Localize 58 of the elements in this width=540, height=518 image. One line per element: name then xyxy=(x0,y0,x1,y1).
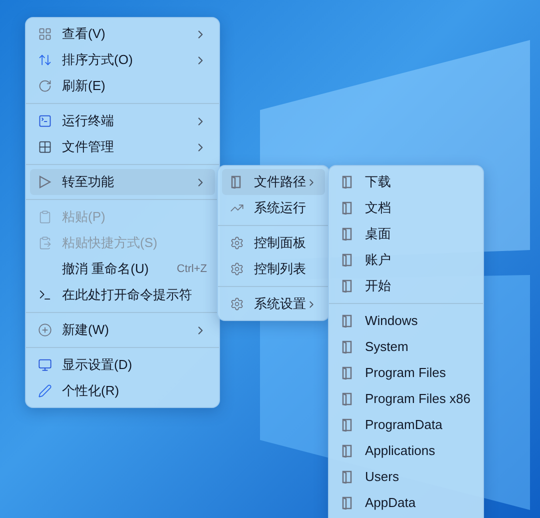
menu-item[interactable]: 查看(V) xyxy=(30,21,215,47)
sort-arrows-icon xyxy=(38,53,52,67)
menu-item[interactable]: Applications xyxy=(333,438,479,464)
menu-item[interactable]: Program Files x86 xyxy=(333,386,479,412)
clipboard-shortcut-icon xyxy=(38,236,52,250)
menu-item[interactable]: 排序方式(O) xyxy=(30,47,215,73)
terminal-icon xyxy=(38,114,52,128)
book-icon xyxy=(341,418,353,432)
book-icon xyxy=(341,496,353,510)
menu-item[interactable]: 账户 xyxy=(333,247,479,273)
settings-icon xyxy=(230,236,244,250)
book-icon xyxy=(341,279,353,293)
menu-item[interactable]: 运行终端 xyxy=(30,108,215,134)
menu-item[interactable]: 系统运行 xyxy=(222,195,325,221)
menu-item[interactable]: 刷新(E) xyxy=(30,73,215,99)
plus-circle-icon xyxy=(38,323,52,337)
menu-item[interactable]: 撤消 重命名(U) Ctrl+Z xyxy=(30,256,215,282)
book-icon xyxy=(341,470,353,484)
menu-item[interactable]: 下载 xyxy=(333,169,479,195)
book-icon xyxy=(341,444,353,458)
menu-item[interactable]: Windows xyxy=(333,308,479,334)
book-icon xyxy=(341,392,353,406)
menu-item[interactable]: Program Files xyxy=(333,360,479,386)
book-icon xyxy=(341,175,353,189)
grid-icon xyxy=(38,27,52,41)
menu-item[interactable]: Users xyxy=(333,464,479,490)
book-icon xyxy=(341,340,353,354)
pointer-triangle-icon xyxy=(38,175,52,189)
book-icon xyxy=(230,175,242,189)
menu-item[interactable]: System xyxy=(333,334,479,360)
menu-item[interactable]: 文件路径 xyxy=(222,169,325,195)
refresh-icon xyxy=(38,79,52,93)
settings-icon xyxy=(230,297,244,311)
menu-item[interactable]: 桌面 xyxy=(333,221,479,247)
monitor-icon xyxy=(38,358,52,372)
menu-item[interactable]: 控制列表 xyxy=(222,256,325,282)
menu-item[interactable]: 文件管理 xyxy=(30,134,215,160)
menu-item[interactable]: 文档 xyxy=(333,195,479,221)
menu-item[interactable]: 显示设置(D) xyxy=(30,352,215,378)
menu-item[interactable]: ProgramData xyxy=(333,412,479,438)
book-icon xyxy=(341,201,353,215)
command-prompt-icon xyxy=(38,288,52,302)
pen-icon xyxy=(38,384,52,398)
menu-item[interactable]: 系统设置 xyxy=(222,291,325,317)
menu-item[interactable]: 控制面板 xyxy=(222,230,325,256)
book-icon xyxy=(341,314,353,328)
book-icon xyxy=(341,227,353,241)
menu-item[interactable]: 个性化(R) xyxy=(30,378,215,404)
menu-item[interactable]: AppData xyxy=(333,490,479,516)
book-icon xyxy=(341,253,353,267)
clipboard-icon xyxy=(38,210,52,224)
menu-item[interactable]: 在此处打开命令提示符 xyxy=(30,282,215,308)
book-icon xyxy=(341,366,353,380)
grid-icon xyxy=(38,140,52,154)
menu-item[interactable]: 转至功能 xyxy=(30,169,215,195)
settings-icon xyxy=(230,262,244,276)
menu-item[interactable]: 新建(W) xyxy=(30,317,215,343)
menu-item[interactable]: 开始 xyxy=(333,273,479,299)
